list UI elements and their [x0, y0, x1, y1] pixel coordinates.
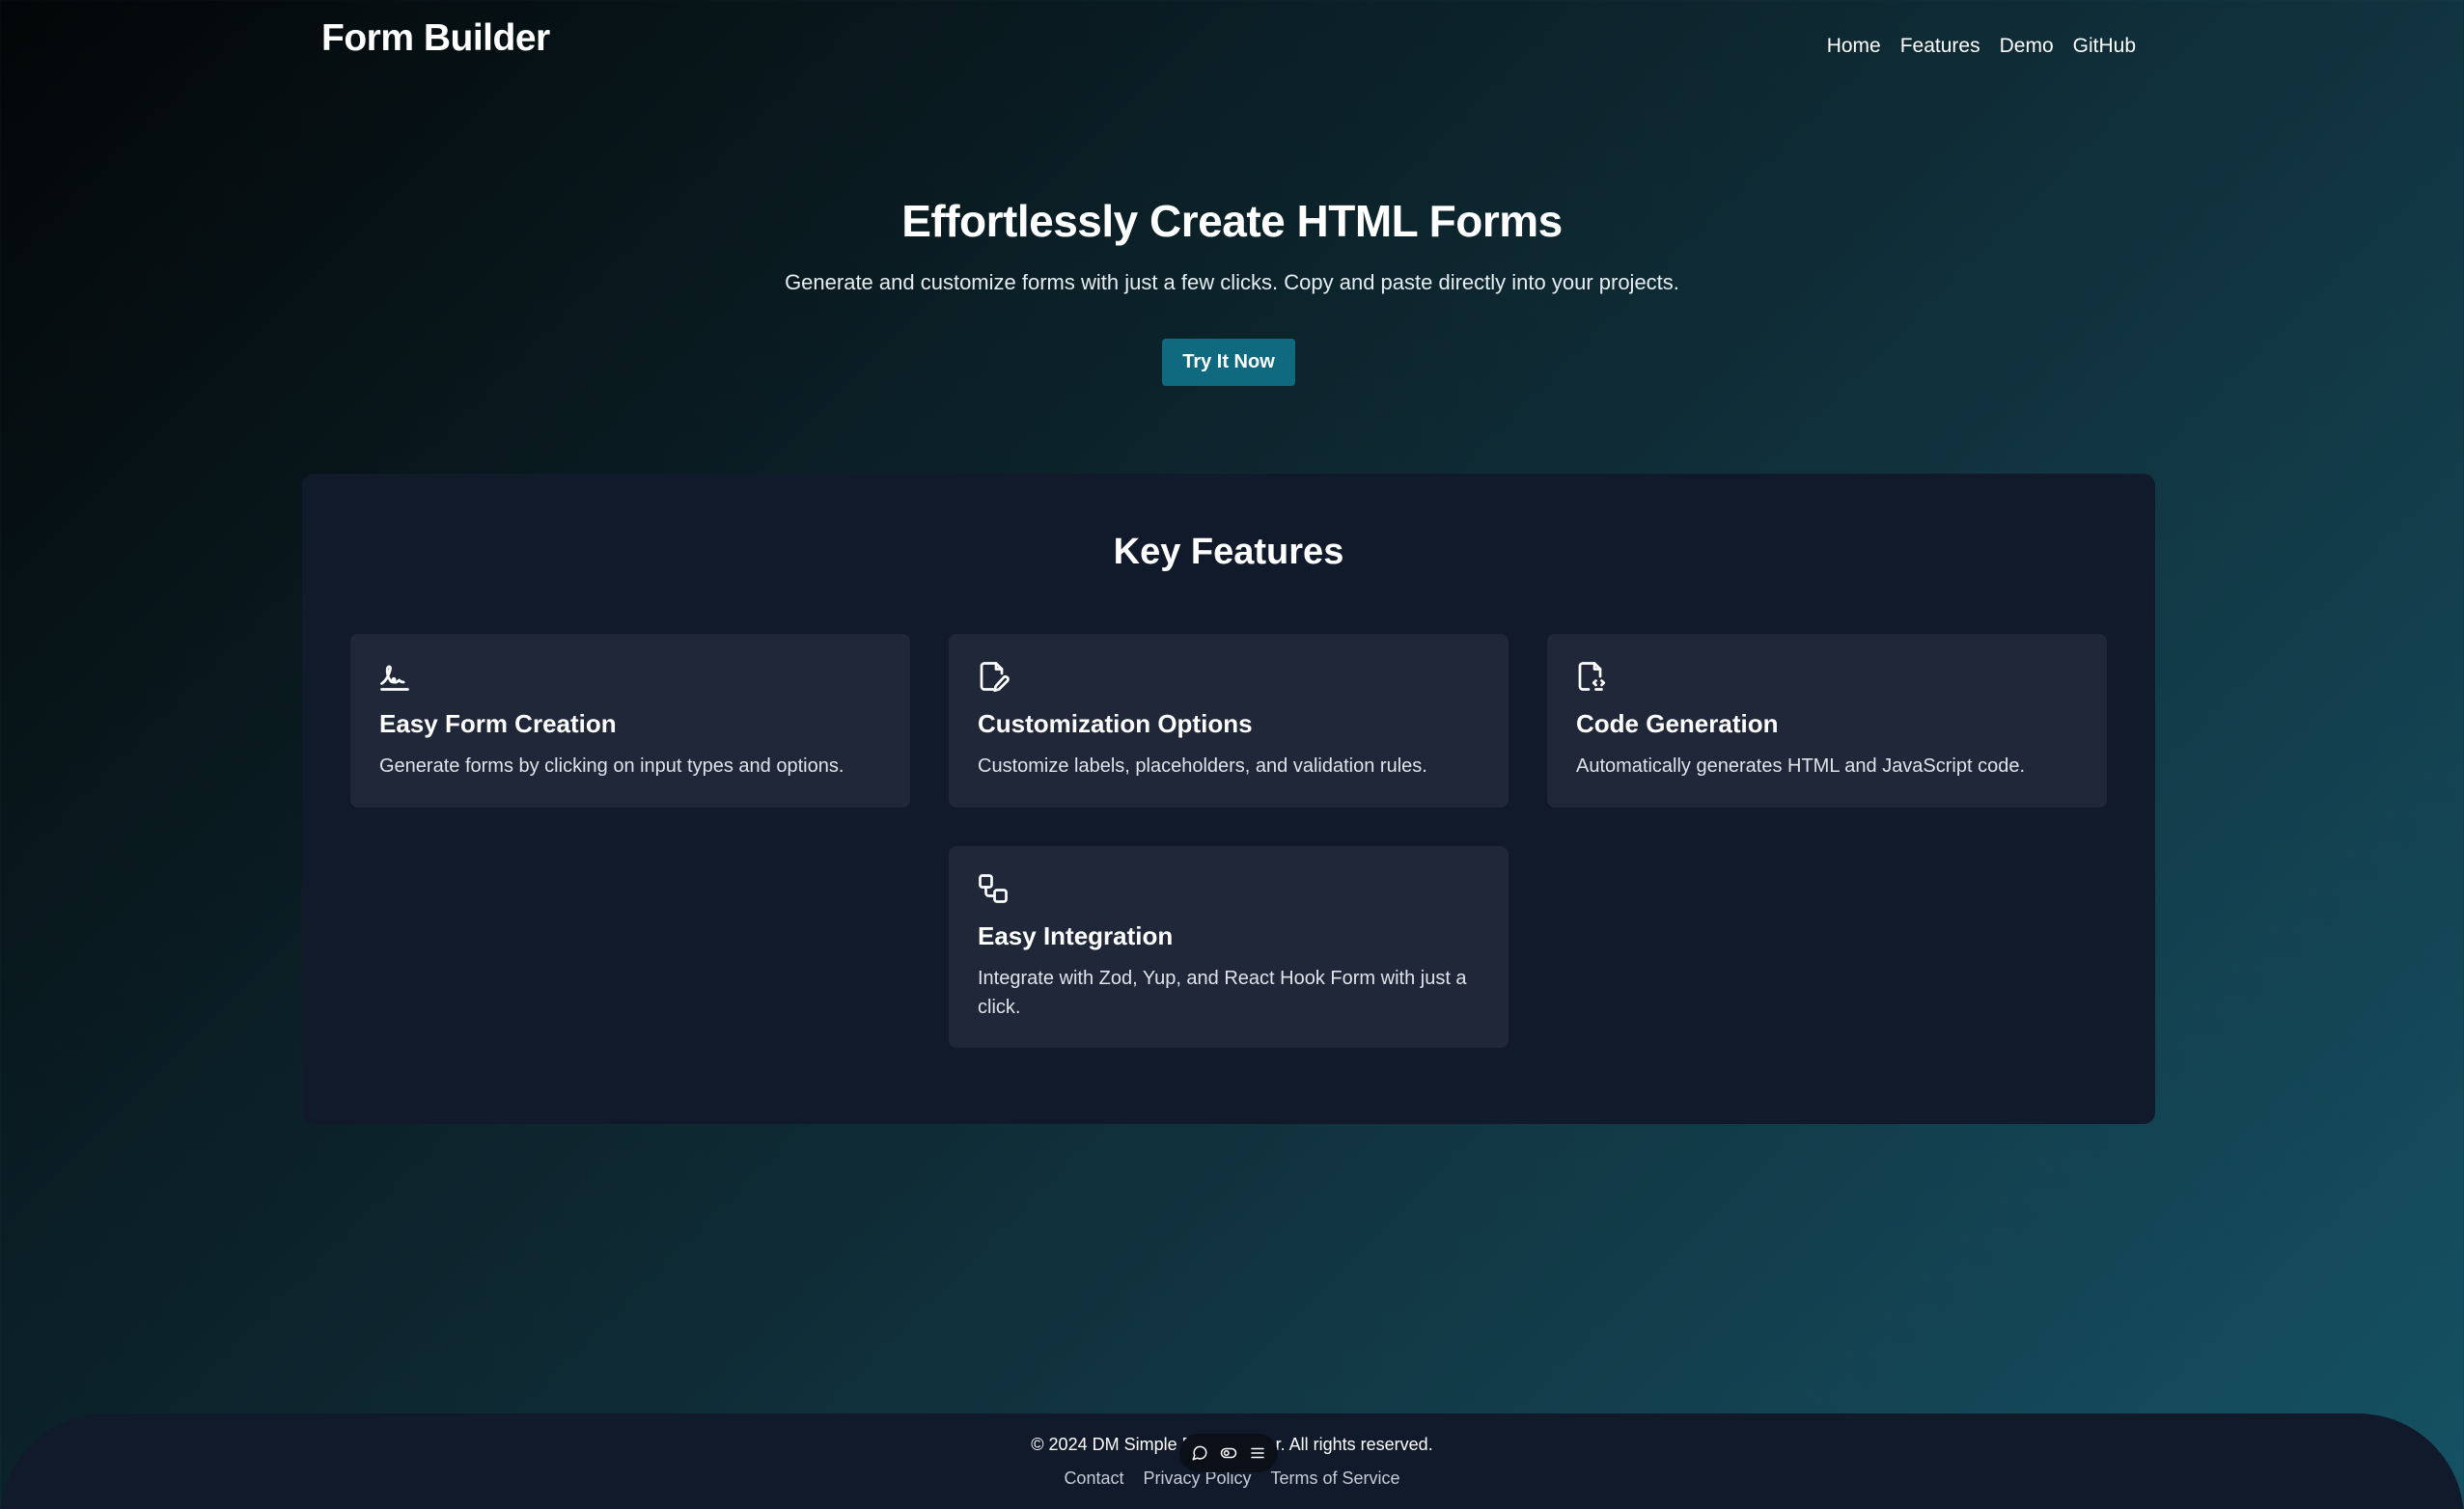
feature-title: Code Generation	[1576, 709, 1779, 738]
comment-icon[interactable]	[1191, 1444, 1208, 1462]
nav-home[interactable]: Home	[1827, 35, 1881, 58]
feature-description: Customize labels, placeholders, and vali…	[978, 755, 1427, 777]
file-edit-icon	[976, 659, 1011, 694]
feature-description: Generate forms by clicking on input type…	[379, 755, 844, 777]
feature-card-customization-options: Customization Options Customize labels, …	[949, 634, 1509, 808]
workflow-icon	[976, 871, 1011, 906]
hero-subtitle: Generate and customize forms with just a…	[785, 270, 1679, 294]
feature-description: Integrate with Zod, Yup, and React Hook …	[978, 968, 1467, 1018]
feature-card-code-generation: Code Generation Automatically generates …	[1547, 634, 2107, 808]
main-nav: Home Features Demo GitHub	[1827, 35, 2136, 58]
signature-icon	[377, 659, 412, 694]
floating-toolbar	[1179, 1434, 1278, 1472]
feature-title: Easy Form Creation	[379, 709, 617, 738]
site-logo[interactable]: Form Builder	[321, 17, 550, 60]
site-header: Form Builder Home Features Demo GitHub	[0, 0, 2464, 96]
features-section: Key Features Easy Form Creation Generate…	[302, 474, 2155, 1124]
footer-link-terms-of-service[interactable]: Terms of Service	[1271, 1468, 1400, 1489]
try-it-now-button[interactable]: Try It Now	[1162, 339, 1295, 386]
toggle-icon[interactable]	[1220, 1444, 1237, 1462]
feature-title: Easy Integration	[978, 921, 1174, 950]
file-code-icon	[1574, 659, 1609, 694]
feature-card-easy-form-creation: Easy Form Creation Generate forms by cli…	[350, 634, 910, 808]
menu-icon[interactable]	[1249, 1444, 1266, 1462]
features-title: Key Features	[1113, 532, 1344, 572]
feature-description: Automatically generates HTML and JavaScr…	[1576, 755, 2026, 777]
feature-title: Customization Options	[978, 709, 1253, 738]
hero-title: Effortlessly Create HTML Forms	[901, 196, 1563, 246]
nav-demo[interactable]: Demo	[2000, 35, 2054, 58]
nav-github[interactable]: GitHub	[2073, 35, 2136, 58]
feature-card-easy-integration: Easy Integration Integrate with Zod, Yup…	[949, 846, 1509, 1048]
footer-link-contact[interactable]: Contact	[1064, 1468, 1123, 1489]
nav-features[interactable]: Features	[1900, 35, 1980, 58]
